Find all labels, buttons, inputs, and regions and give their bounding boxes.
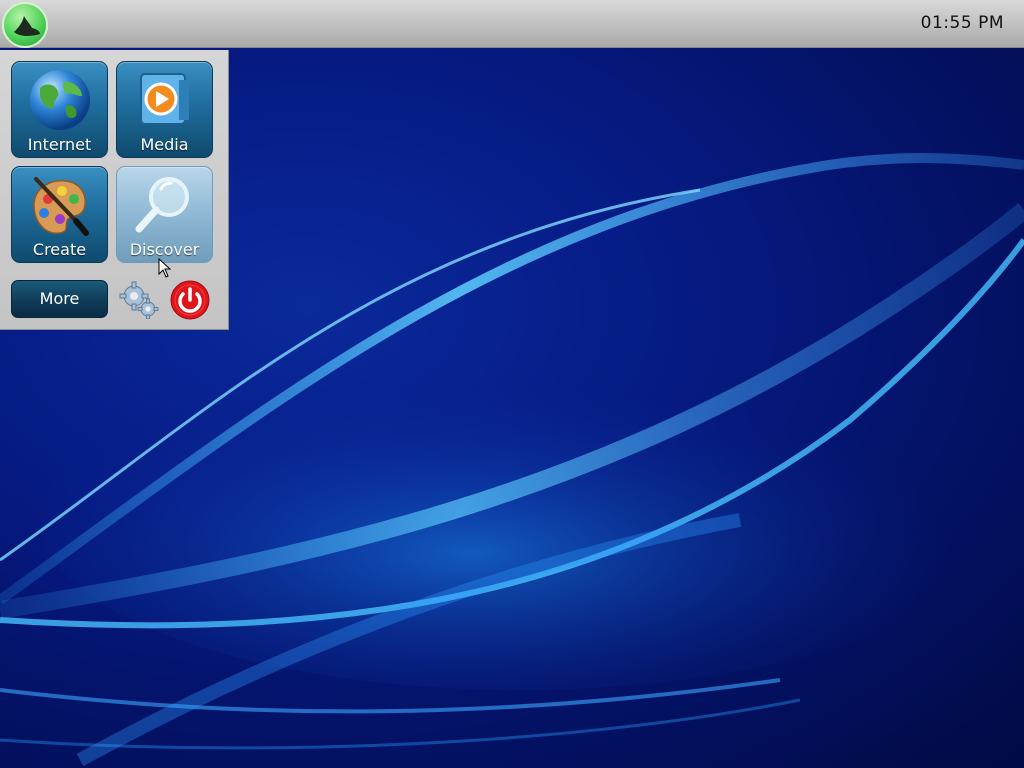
tile-create-label: Create bbox=[32, 240, 87, 259]
tile-internet[interactable]: Internet bbox=[11, 61, 108, 158]
more-button[interactable]: More bbox=[11, 280, 108, 318]
gears-icon[interactable] bbox=[119, 281, 159, 319]
launcher-menu: Internet Media Create Discover More bbox=[0, 50, 229, 330]
clock[interactable]: 01:55 PM bbox=[921, 13, 1004, 33]
start-menu-button[interactable] bbox=[2, 2, 48, 48]
tile-internet-label: Internet bbox=[27, 135, 92, 154]
media-player-icon bbox=[140, 73, 189, 125]
magnifying-glass-icon bbox=[135, 177, 189, 233]
tile-media[interactable]: Media bbox=[116, 61, 213, 158]
globe-icon bbox=[30, 70, 90, 130]
power-icon[interactable] bbox=[170, 280, 210, 320]
tile-discover-label: Discover bbox=[129, 240, 200, 259]
wizard-hat-icon bbox=[14, 16, 40, 37]
paint-palette-icon bbox=[33, 177, 89, 236]
top-panel: 01:55 PM bbox=[0, 0, 1024, 48]
tile-discover[interactable]: Discover bbox=[116, 166, 213, 263]
mouse-cursor-icon bbox=[158, 258, 172, 278]
tile-create[interactable]: Create bbox=[11, 166, 108, 263]
tile-media-label: Media bbox=[140, 135, 189, 154]
